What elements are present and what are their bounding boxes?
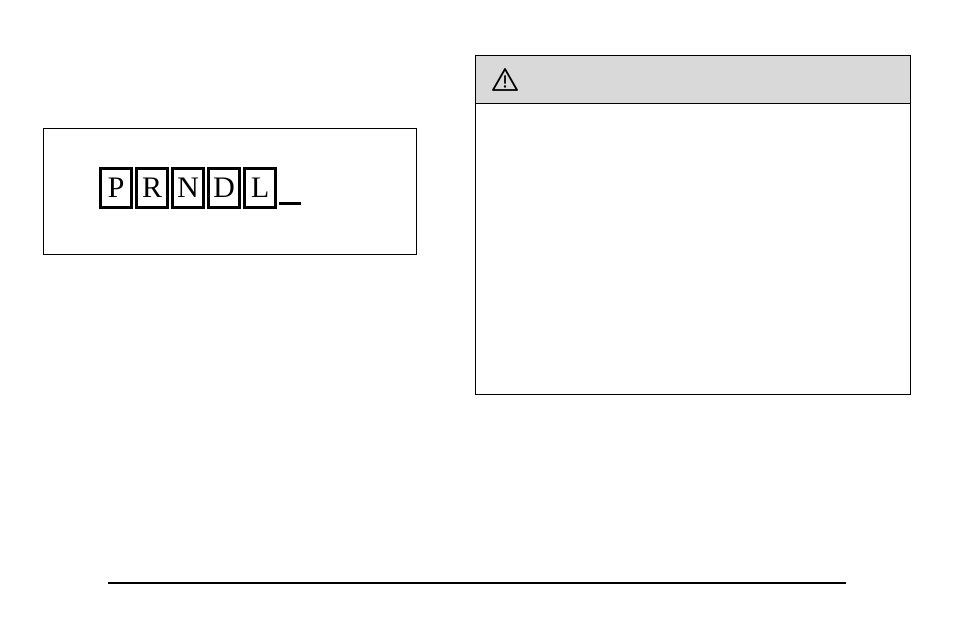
gear-dash-indicator [279, 202, 301, 205]
gear-letter-p: P [99, 167, 133, 209]
gear-letter-l: L [243, 167, 277, 209]
warning-panel [475, 55, 911, 395]
gear-indicator-content: P R N D L [99, 167, 301, 209]
warning-triangle-icon [492, 68, 518, 92]
gear-letter-n: N [171, 167, 205, 209]
gear-indicator-box: P R N D L [43, 128, 417, 255]
warning-header [476, 56, 910, 104]
gear-letter-r: R [135, 167, 169, 209]
footer-rule [108, 582, 846, 584]
gear-letter-d: D [207, 167, 241, 209]
